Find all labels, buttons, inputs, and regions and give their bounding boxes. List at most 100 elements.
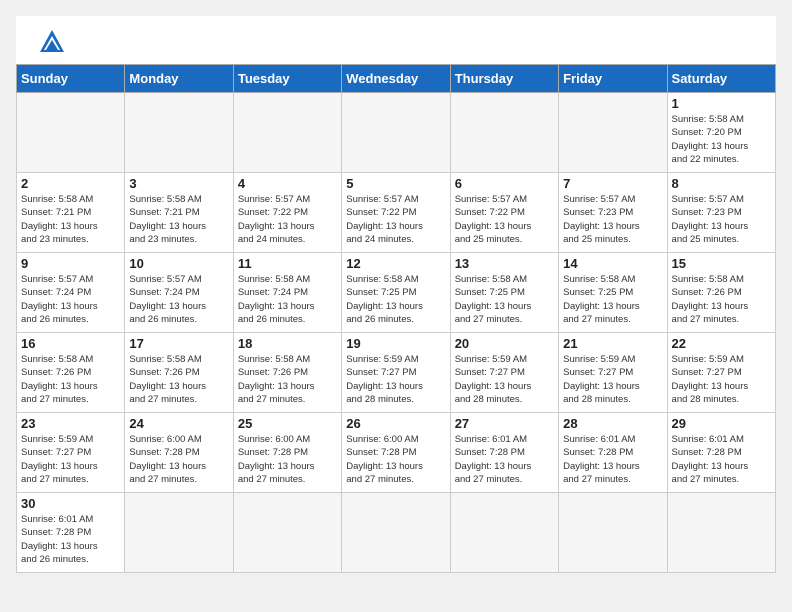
calendar-cell: 1 Sunrise: 5:58 AMSunset: 7:20 PMDaylight… xyxy=(667,93,775,173)
calendar-cell xyxy=(17,93,125,173)
logo-icon xyxy=(38,28,66,56)
cell-day-number: 3 xyxy=(129,176,228,191)
cell-day-number: 18 xyxy=(238,336,337,351)
weekday-header-thursday: Thursday xyxy=(450,65,558,93)
calendar-cell xyxy=(125,493,233,573)
cell-day-number: 8 xyxy=(672,176,771,191)
weekday-header-saturday: Saturday xyxy=(667,65,775,93)
calendar-cell: 22 Sunrise: 5:59 AMSunset: 7:27 PMDayligh… xyxy=(667,333,775,413)
cell-day-number: 4 xyxy=(238,176,337,191)
calendar-cell: 25Sunrise: 6:00 AMSunset: 7:28 PMDayligh… xyxy=(233,413,341,493)
cell-day-number: 21 xyxy=(563,336,662,351)
calendar-row: 30Sunrise: 6:01 AMSunset: 7:28 PMDayligh… xyxy=(17,493,776,573)
cell-day-number: 25 xyxy=(238,416,337,431)
calendar-cell: 7 Sunrise: 5:57 AMSunset: 7:23 PMDaylight… xyxy=(559,173,667,253)
weekday-header-monday: Monday xyxy=(125,65,233,93)
cell-info: Sunrise: 5:58 AMSunset: 7:24 PMDaylight:… xyxy=(238,273,337,326)
calendar-cell xyxy=(450,93,558,173)
cell-day-number: 11 xyxy=(238,256,337,271)
calendar-cell: 27Sunrise: 6:01 AMSunset: 7:28 PMDayligh… xyxy=(450,413,558,493)
logo xyxy=(32,28,66,56)
cell-day-number: 17 xyxy=(129,336,228,351)
weekday-header-tuesday: Tuesday xyxy=(233,65,341,93)
calendar-cell xyxy=(559,493,667,573)
header xyxy=(16,16,776,64)
cell-day-number: 15 xyxy=(672,256,771,271)
cell-info: Sunrise: 6:01 AMSunset: 7:28 PMDaylight:… xyxy=(563,433,662,486)
cell-info: Sunrise: 5:58 AMSunset: 7:25 PMDaylight:… xyxy=(455,273,554,326)
calendar-cell: 18 Sunrise: 5:58 AMSunset: 7:26 PMDayligh… xyxy=(233,333,341,413)
cell-info: Sunrise: 5:59 AMSunset: 7:27 PMDaylight:… xyxy=(563,353,662,406)
cell-info: Sunrise: 5:58 AMSunset: 7:21 PMDaylight:… xyxy=(21,193,120,246)
calendar-cell: 8Sunrise: 5:57 AMSunset: 7:23 PMDaylight… xyxy=(667,173,775,253)
cell-info: Sunrise: 5:57 AMSunset: 7:22 PMDaylight:… xyxy=(455,193,554,246)
calendar-cell: 19 Sunrise: 5:59 AMSunset: 7:27 PMDayligh… xyxy=(342,333,450,413)
calendar-cell: 4 Sunrise: 5:57 AMSunset: 7:22 PMDaylight… xyxy=(233,173,341,253)
weekday-header-sunday: Sunday xyxy=(17,65,125,93)
calendar-cell xyxy=(342,493,450,573)
cell-day-number: 7 xyxy=(563,176,662,191)
calendar-cell: 17 Sunrise: 5:58 AMSunset: 7:26 PMDayligh… xyxy=(125,333,233,413)
cell-info: Sunrise: 5:58 AMSunset: 7:20 PMDaylight:… xyxy=(672,113,771,166)
cell-info: Sunrise: 5:57 AMSunset: 7:24 PMDaylight:… xyxy=(21,273,120,326)
calendar-cell: 28Sunrise: 6:01 AMSunset: 7:28 PMDayligh… xyxy=(559,413,667,493)
cell-day-number: 20 xyxy=(455,336,554,351)
cell-info: Sunrise: 5:58 AMSunset: 7:21 PMDaylight:… xyxy=(129,193,228,246)
cell-day-number: 6 xyxy=(455,176,554,191)
calendar-cell: 10Sunrise: 5:57 AMSunset: 7:24 PMDayligh… xyxy=(125,253,233,333)
calendar-row: 2Sunrise: 5:58 AMSunset: 7:21 PMDaylight… xyxy=(17,173,776,253)
cell-info: Sunrise: 5:57 AMSunset: 7:22 PMDaylight:… xyxy=(346,193,445,246)
calendar-cell: 26 Sunrise: 6:00 AMSunset: 7:28 PMDayligh… xyxy=(342,413,450,493)
calendar-cell: 13 Sunrise: 5:58 AMSunset: 7:25 PMDayligh… xyxy=(450,253,558,333)
cell-day-number: 30 xyxy=(21,496,120,511)
calendar-cell: 12 Sunrise: 5:58 AMSunset: 7:25 PMDayligh… xyxy=(342,253,450,333)
cell-day-number: 29 xyxy=(672,416,771,431)
calendar-cell xyxy=(342,93,450,173)
cell-info: Sunrise: 5:57 AMSunset: 7:23 PMDaylight:… xyxy=(563,193,662,246)
cell-info: Sunrise: 5:58 AMSunset: 7:26 PMDaylight:… xyxy=(672,273,771,326)
cell-day-number: 27 xyxy=(455,416,554,431)
cell-info: Sunrise: 5:59 AMSunset: 7:27 PMDaylight:… xyxy=(455,353,554,406)
calendar-cell: 21 Sunrise: 5:59 AMSunset: 7:27 PMDayligh… xyxy=(559,333,667,413)
calendar-cell: 14 Sunrise: 5:58 AMSunset: 7:25 PMDayligh… xyxy=(559,253,667,333)
calendar-cell: 16 Sunrise: 5:58 AMSunset: 7:26 PMDayligh… xyxy=(17,333,125,413)
cell-day-number: 22 xyxy=(672,336,771,351)
calendar-cell xyxy=(233,93,341,173)
cell-info: Sunrise: 5:58 AMSunset: 7:25 PMDaylight:… xyxy=(563,273,662,326)
cell-day-number: 19 xyxy=(346,336,445,351)
calendar-row: 16 Sunrise: 5:58 AMSunset: 7:26 PMDayligh… xyxy=(17,333,776,413)
cell-info: Sunrise: 5:57 AMSunset: 7:22 PMDaylight:… xyxy=(238,193,337,246)
calendar-row: 23Sunrise: 5:59 AMSunset: 7:27 PMDayligh… xyxy=(17,413,776,493)
cell-info: Sunrise: 5:58 AMSunset: 7:26 PMDaylight:… xyxy=(129,353,228,406)
cell-day-number: 26 xyxy=(346,416,445,431)
calendar-cell: 6 Sunrise: 5:57 AMSunset: 7:22 PMDaylight… xyxy=(450,173,558,253)
cell-day-number: 10 xyxy=(129,256,228,271)
calendar-cell xyxy=(450,493,558,573)
cell-day-number: 12 xyxy=(346,256,445,271)
cell-info: Sunrise: 6:00 AMSunset: 7:28 PMDaylight:… xyxy=(346,433,445,486)
cell-day-number: 14 xyxy=(563,256,662,271)
cell-day-number: 13 xyxy=(455,256,554,271)
calendar-cell: 11 Sunrise: 5:58 AMSunset: 7:24 PMDayligh… xyxy=(233,253,341,333)
cell-info: Sunrise: 5:59 AMSunset: 7:27 PMDaylight:… xyxy=(346,353,445,406)
calendar-table: SundayMondayTuesdayWednesdayThursdayFrid… xyxy=(16,64,776,573)
calendar-cell: 20 Sunrise: 5:59 AMSunset: 7:27 PMDayligh… xyxy=(450,333,558,413)
cell-day-number: 1 xyxy=(672,96,771,111)
cell-day-number: 9 xyxy=(21,256,120,271)
cell-day-number: 5 xyxy=(346,176,445,191)
cell-info: Sunrise: 5:59 AMSunset: 7:27 PMDaylight:… xyxy=(21,433,120,486)
cell-info: Sunrise: 5:58 AMSunset: 7:26 PMDaylight:… xyxy=(238,353,337,406)
weekday-header-friday: Friday xyxy=(559,65,667,93)
cell-info: Sunrise: 5:58 AMSunset: 7:25 PMDaylight:… xyxy=(346,273,445,326)
calendar-cell xyxy=(667,493,775,573)
cell-info: Sunrise: 5:59 AMSunset: 7:27 PMDaylight:… xyxy=(672,353,771,406)
cell-day-number: 16 xyxy=(21,336,120,351)
cell-info: Sunrise: 6:01 AMSunset: 7:28 PMDaylight:… xyxy=(672,433,771,486)
calendar-page: SundayMondayTuesdayWednesdayThursdayFrid… xyxy=(16,16,776,573)
weekday-header-wednesday: Wednesday xyxy=(342,65,450,93)
cell-info: Sunrise: 6:00 AMSunset: 7:28 PMDaylight:… xyxy=(129,433,228,486)
calendar-cell xyxy=(125,93,233,173)
calendar-cell: 15 Sunrise: 5:58 AMSunset: 7:26 PMDayligh… xyxy=(667,253,775,333)
calendar-row: 9 Sunrise: 5:57 AMSunset: 7:24 PMDaylight… xyxy=(17,253,776,333)
cell-info: Sunrise: 5:58 AMSunset: 7:26 PMDaylight:… xyxy=(21,353,120,406)
